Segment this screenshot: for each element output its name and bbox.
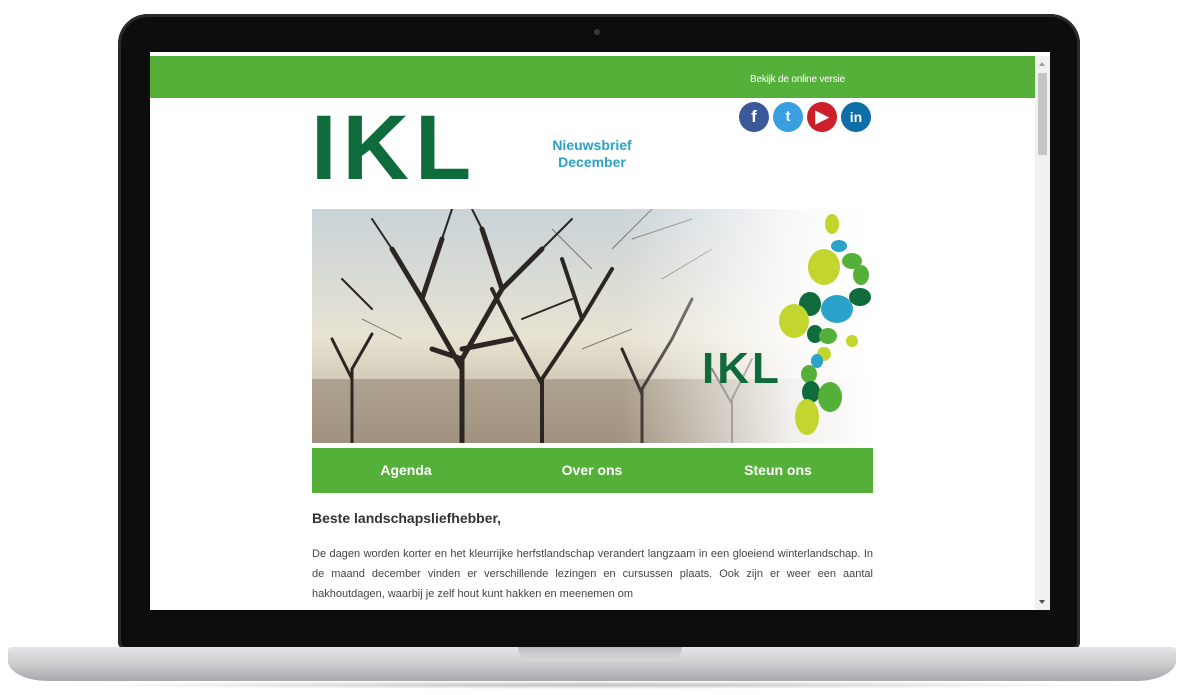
linkedin-icon[interactable]: in	[841, 102, 871, 132]
scroll-up-arrow-icon[interactable]	[1039, 62, 1045, 66]
email-screen: Bekijk de online versie IKL Nieuwsbrief …	[150, 52, 1050, 610]
scroll-down-arrow-icon[interactable]	[1039, 600, 1045, 604]
hero-banner: IKL	[312, 209, 873, 443]
nav-agenda[interactable]: Agenda	[336, 448, 476, 493]
twitter-icon[interactable]: t	[773, 102, 803, 132]
laptop-shadow	[60, 681, 1124, 689]
facebook-icon[interactable]: f	[739, 102, 769, 132]
ikl-logo[interactable]: IKL	[311, 102, 477, 194]
greeting-heading: Beste landschapsliefhebber,	[312, 510, 502, 526]
newsletter-month: December	[558, 154, 626, 170]
view-online-link[interactable]: Bekijk de online versie	[750, 74, 845, 85]
top-bar: Bekijk de online versie	[150, 56, 1035, 98]
laptop-opening-notch	[518, 647, 682, 661]
hero-logo-text: IKL	[702, 344, 782, 393]
nav-over-ons[interactable]: Over ons	[522, 448, 662, 493]
vertical-scrollbar[interactable]	[1035, 56, 1050, 610]
newsletter-title: Nieuwsbrief	[552, 137, 632, 153]
scroll-thumb[interactable]	[1038, 73, 1047, 155]
winter-trees-image: IKL	[312, 209, 873, 443]
youtube-icon[interactable]: ▶	[807, 102, 837, 132]
intro-paragraph: De dagen worden korter en het kleurrijke…	[312, 548, 873, 600]
nav-steun-ons[interactable]: Steun ons	[708, 448, 848, 493]
navigation-bar: Agenda Over ons Steun ons	[312, 448, 873, 493]
webcam	[594, 29, 600, 35]
